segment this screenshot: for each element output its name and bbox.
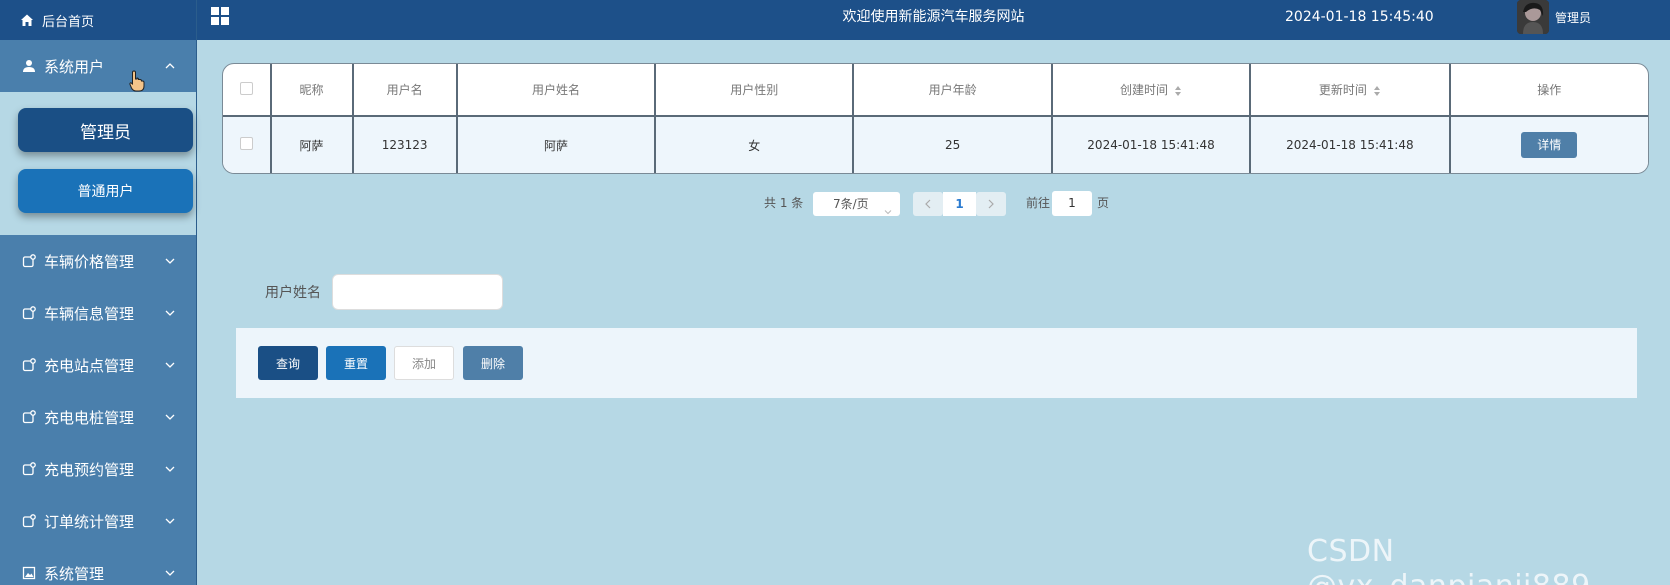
hand-cursor-icon bbox=[129, 70, 145, 92]
chevron-right-icon bbox=[988, 199, 994, 209]
column-header-created[interactable]: 创建时间 bbox=[1051, 64, 1252, 117]
user-icon bbox=[22, 59, 36, 73]
page-size-select[interactable]: 7条/页 bbox=[813, 192, 900, 216]
table-header-row: 昵称 用户名 用户姓名 用户性别 用户年龄 创建时间 更新时间 操作 bbox=[223, 64, 1648, 117]
sidebar-item-label: 充电站点管理 bbox=[44, 356, 135, 375]
cell-realname: 阿萨 bbox=[456, 116, 657, 173]
chevron-left-icon bbox=[925, 199, 931, 209]
prev-page-button[interactable] bbox=[913, 192, 943, 216]
current-datetime: 2024-01-18 15:45:40 bbox=[1285, 9, 1434, 25]
select-all-cell bbox=[223, 64, 272, 117]
external-link-icon bbox=[22, 514, 36, 528]
column-header-gender: 用户性别 bbox=[655, 64, 855, 117]
sidebar-item-label: 后台首页 bbox=[42, 14, 95, 30]
column-header-label: 创建时间 bbox=[1120, 83, 1169, 97]
pagination: 共 1 条 7条/页 1 前往 1 页 bbox=[0, 190, 1670, 216]
user-table: 昵称 用户名 用户姓名 用户性别 用户年龄 创建时间 更新时间 操作 阿萨 12… bbox=[222, 63, 1649, 174]
cell-created: 2024-01-18 15:41:48 bbox=[1051, 116, 1252, 173]
action-bar: 查询 重置 添加 删除 bbox=[236, 328, 1637, 398]
sidebar-item-order-stats[interactable]: 订单统计管理 bbox=[0, 495, 196, 547]
reset-button[interactable]: 重置 bbox=[326, 346, 386, 380]
chevron-down-icon bbox=[164, 411, 176, 423]
cell-action: 详情 bbox=[1449, 116, 1648, 173]
cell-username: 123123 bbox=[352, 116, 458, 173]
row-select-cell bbox=[223, 116, 272, 173]
chevron-down-icon bbox=[164, 255, 176, 267]
add-button[interactable]: 添加 bbox=[394, 346, 454, 380]
sidebar-item-label: 订单统计管理 bbox=[44, 512, 135, 531]
sidebar: 后台首页 系统用户 管理员 普通用户 车辆价格管理 车辆信息管理 充电站点管理 … bbox=[0, 0, 197, 585]
cell-age: 25 bbox=[853, 116, 1053, 173]
column-header-age: 用户年龄 bbox=[853, 64, 1053, 117]
external-link-icon bbox=[22, 254, 36, 268]
external-link-icon bbox=[22, 306, 36, 320]
delete-button[interactable]: 删除 bbox=[463, 346, 523, 380]
user-name[interactable]: 管理员 bbox=[1555, 0, 1591, 36]
sidebar-item-charging-pile[interactable]: 充电电桩管理 bbox=[0, 391, 196, 443]
external-link-icon bbox=[22, 410, 36, 424]
sidebar-item-system-management[interactable]: 系统管理 bbox=[0, 547, 196, 585]
sort-icon[interactable] bbox=[1373, 85, 1381, 97]
chevron-down-icon bbox=[164, 307, 176, 319]
avatar[interactable] bbox=[1517, 0, 1549, 34]
search-input[interactable] bbox=[332, 274, 503, 310]
goto-page-input[interactable]: 1 bbox=[1052, 191, 1092, 216]
sidebar-item-label: 车辆价格管理 bbox=[44, 252, 135, 271]
chevron-down-icon bbox=[164, 567, 176, 579]
page-number-current[interactable]: 1 bbox=[943, 192, 976, 216]
chevron-down-icon bbox=[884, 200, 892, 215]
external-link-icon bbox=[22, 462, 36, 476]
sidebar-item-system-users[interactable]: 系统用户 bbox=[0, 40, 196, 92]
home-icon bbox=[20, 13, 34, 27]
top-bar: 欢迎使用新能源汽车服务网站 2024-01-18 15:45:40 管理员 bbox=[197, 0, 1670, 40]
cell-gender: 女 bbox=[655, 116, 855, 173]
sidebar-item-label: 系统管理 bbox=[44, 564, 105, 583]
next-page-button[interactable] bbox=[976, 192, 1006, 216]
table-row[interactable]: 阿萨 123123 阿萨 女 25 2024-01-18 15:41:48 20… bbox=[223, 116, 1648, 173]
row-checkbox[interactable] bbox=[239, 137, 253, 150]
sidebar-item-charging-station[interactable]: 充电站点管理 bbox=[0, 339, 196, 391]
welcome-title: 欢迎使用新能源汽车服务网站 bbox=[842, 9, 1025, 25]
sidebar-item-home[interactable]: 后台首页 bbox=[0, 0, 196, 40]
column-header-nickname: 昵称 bbox=[270, 64, 354, 117]
sidebar-item-charging-reservation[interactable]: 充电预约管理 bbox=[0, 443, 196, 495]
select-all-checkbox[interactable] bbox=[239, 81, 253, 95]
sidebar-item-vehicle-price[interactable]: 车辆价格管理 bbox=[0, 235, 196, 287]
chevron-down-icon bbox=[164, 463, 176, 475]
cell-updated: 2024-01-18 15:41:48 bbox=[1250, 116, 1451, 173]
cell-nickname: 阿萨 bbox=[270, 116, 354, 173]
chevron-down-icon bbox=[164, 515, 176, 527]
chevron-down-icon bbox=[164, 359, 176, 371]
sidebar-item-label: 充电电桩管理 bbox=[44, 408, 135, 427]
chevron-up-icon bbox=[164, 60, 176, 72]
external-link-icon bbox=[22, 358, 36, 372]
column-header-label: 更新时间 bbox=[1318, 83, 1367, 97]
sidebar-item-vehicle-info[interactable]: 车辆信息管理 bbox=[0, 287, 196, 339]
goto-label: 前往 bbox=[1026, 196, 1051, 210]
sidebar-item-label: 系统用户 bbox=[44, 57, 105, 76]
sidebar-item-label: 车辆信息管理 bbox=[44, 304, 135, 323]
query-button[interactable]: 查询 bbox=[258, 346, 318, 380]
submenu-item-admin[interactable]: 管理员 bbox=[18, 108, 193, 152]
page-size-value: 7条/页 bbox=[833, 197, 869, 211]
column-header-updated[interactable]: 更新时间 bbox=[1250, 64, 1451, 117]
page-label: 页 bbox=[1097, 196, 1110, 210]
pagination-total: 共 1 条 bbox=[764, 196, 804, 210]
detail-button[interactable]: 详情 bbox=[1521, 132, 1578, 158]
watermark: CSDN @vx_danpianji889 bbox=[1307, 534, 1590, 585]
column-header-username: 用户名 bbox=[352, 64, 458, 117]
picture-icon bbox=[22, 566, 36, 580]
search-label: 用户姓名 bbox=[265, 285, 321, 301]
column-header-realname: 用户姓名 bbox=[456, 64, 657, 117]
column-header-action: 操作 bbox=[1449, 64, 1648, 117]
sidebar-item-label: 充电预约管理 bbox=[44, 460, 135, 479]
sort-icon[interactable] bbox=[1174, 85, 1182, 97]
